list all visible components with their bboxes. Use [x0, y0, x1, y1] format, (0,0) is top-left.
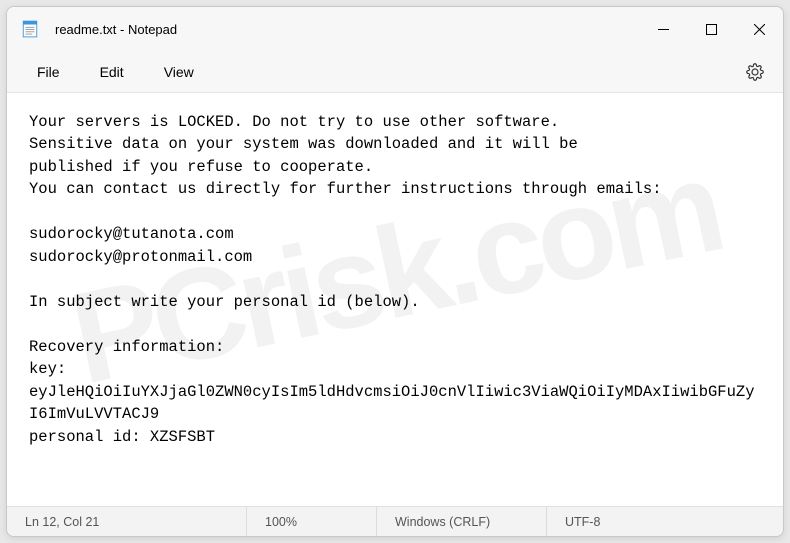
- text-editor-content[interactable]: Your servers is LOCKED. Do not try to us…: [7, 93, 783, 506]
- menu-file[interactable]: File: [17, 58, 80, 86]
- menu-edit[interactable]: Edit: [80, 58, 144, 86]
- window-controls: [639, 7, 783, 51]
- menu-view[interactable]: View: [144, 58, 214, 86]
- menubar: File Edit View: [7, 51, 783, 93]
- titlebar: readme.txt - Notepad: [7, 7, 783, 51]
- status-encoding: UTF-8: [547, 507, 783, 536]
- settings-button[interactable]: [737, 54, 773, 90]
- gear-icon: [746, 63, 764, 81]
- window-title: readme.txt - Notepad: [55, 22, 639, 37]
- close-button[interactable]: [735, 7, 783, 51]
- status-position: Ln 12, Col 21: [7, 507, 247, 536]
- notepad-window: PCrisk.com readme.txt - Notepad: [6, 6, 784, 537]
- notepad-icon: [21, 20, 39, 38]
- minimize-button[interactable]: [639, 7, 687, 51]
- status-zoom[interactable]: 100%: [247, 507, 377, 536]
- statusbar: Ln 12, Col 21 100% Windows (CRLF) UTF-8: [7, 506, 783, 536]
- maximize-button[interactable]: [687, 7, 735, 51]
- status-line-ending: Windows (CRLF): [377, 507, 547, 536]
